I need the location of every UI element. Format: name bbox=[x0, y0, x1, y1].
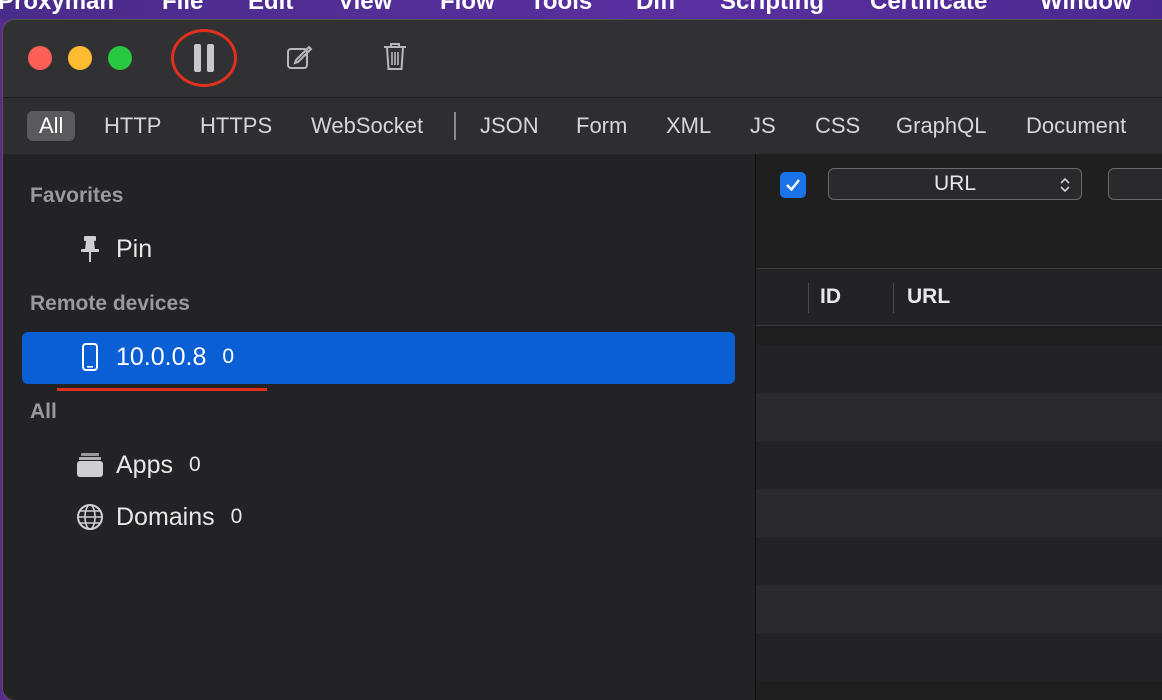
pause-button[interactable] bbox=[171, 29, 237, 87]
filter-bar: All HTTP HTTPS WebSocket JSON Form XML J… bbox=[3, 97, 1162, 155]
chevron-updown-icon bbox=[1060, 177, 1070, 193]
filter-https[interactable]: HTTPS bbox=[200, 111, 272, 141]
filter-field-value: URL bbox=[933, 172, 976, 195]
all-heading: All bbox=[30, 400, 57, 423]
filter-http[interactable]: HTTP bbox=[104, 111, 161, 141]
remote-devices-heading: Remote devices bbox=[30, 292, 190, 315]
filter-separator bbox=[454, 112, 456, 140]
filter-field-select[interactable]: URL bbox=[828, 168, 1082, 200]
compose-icon bbox=[287, 45, 313, 69]
apps-icon bbox=[76, 450, 104, 480]
menu-tools[interactable]: Tools bbox=[530, 0, 592, 16]
pin-label: Pin bbox=[116, 234, 153, 263]
empty-row bbox=[756, 585, 1162, 633]
pin-icon bbox=[76, 234, 104, 264]
empty-row bbox=[756, 489, 1162, 537]
filter-graphql[interactable]: GraphQL bbox=[896, 111, 987, 141]
sidebar-item-apps[interactable]: Apps 0 bbox=[76, 450, 201, 480]
filter-js[interactable]: JS bbox=[750, 111, 776, 141]
domains-count: 0 bbox=[230, 505, 243, 528]
filter-operator-select[interactable] bbox=[1108, 168, 1162, 200]
sidebar: Favorites Pin Remote devices 10.0.0.8 0 … bbox=[3, 154, 756, 700]
menu-window[interactable]: Window bbox=[1040, 0, 1132, 16]
favorites-heading: Favorites bbox=[30, 184, 124, 207]
menu-flow[interactable]: Flow bbox=[440, 0, 495, 16]
trash-icon bbox=[384, 43, 406, 70]
filter-all[interactable]: All bbox=[27, 111, 76, 141]
empty-row bbox=[756, 345, 1162, 393]
filter-websocket[interactable]: WebSocket bbox=[311, 111, 423, 141]
annotation-underline bbox=[57, 388, 267, 391]
menu-scripting[interactable]: Scripting bbox=[720, 0, 824, 16]
checkmark-icon bbox=[786, 179, 800, 192]
apps-label: Apps bbox=[116, 450, 173, 479]
column-url[interactable]: URL bbox=[907, 285, 950, 309]
filter-enabled-checkbox[interactable] bbox=[780, 172, 806, 198]
empty-row bbox=[756, 537, 1162, 585]
sidebar-item-pin[interactable]: Pin bbox=[76, 234, 152, 264]
empty-row bbox=[756, 633, 1162, 681]
empty-row bbox=[756, 393, 1162, 441]
column-divider[interactable] bbox=[893, 283, 894, 313]
column-id[interactable]: ID bbox=[820, 285, 841, 309]
minimize-window-button[interactable] bbox=[68, 46, 92, 70]
apps-count: 0 bbox=[188, 453, 201, 476]
filter-form[interactable]: Form bbox=[576, 111, 627, 141]
main-panel: URL ID URL bbox=[756, 154, 1162, 700]
menu-view[interactable]: View bbox=[338, 0, 392, 16]
clear-button[interactable] bbox=[378, 38, 412, 74]
table-header: ID URL bbox=[756, 268, 1162, 326]
pause-icon bbox=[191, 44, 217, 72]
compose-button[interactable] bbox=[283, 40, 315, 74]
sidebar-item-device[interactable]: 10.0.0.8 0 bbox=[76, 342, 234, 372]
domains-label: Domains bbox=[116, 502, 215, 531]
sidebar-item-domains[interactable]: Domains 0 bbox=[76, 502, 242, 532]
menu-edit[interactable]: Edit bbox=[248, 0, 293, 16]
column-divider[interactable] bbox=[808, 283, 809, 313]
menu-certificate[interactable]: Certificate bbox=[870, 0, 987, 16]
app-window: All HTTP HTTPS WebSocket JSON Form XML J… bbox=[3, 20, 1162, 700]
device-label: 10.0.0.8 bbox=[116, 342, 207, 371]
filter-document[interactable]: Document bbox=[1026, 111, 1126, 141]
device-count: 0 bbox=[222, 345, 235, 368]
phone-icon bbox=[76, 342, 104, 372]
menu-diff[interactable]: Diff bbox=[636, 0, 676, 16]
menu-app-name[interactable]: Proxyman bbox=[0, 0, 114, 16]
globe-icon bbox=[76, 502, 104, 532]
zoom-window-button[interactable] bbox=[108, 46, 132, 70]
titlebar bbox=[3, 20, 1162, 97]
close-window-button[interactable] bbox=[28, 46, 52, 70]
menu-bar: Proxyman File Edit View Flow Tools Diff … bbox=[0, 0, 1162, 20]
menu-file[interactable]: File bbox=[162, 0, 203, 16]
filter-css[interactable]: CSS bbox=[815, 111, 860, 141]
filter-json[interactable]: JSON bbox=[480, 111, 539, 141]
empty-row bbox=[756, 441, 1162, 489]
filter-xml[interactable]: XML bbox=[666, 111, 711, 141]
